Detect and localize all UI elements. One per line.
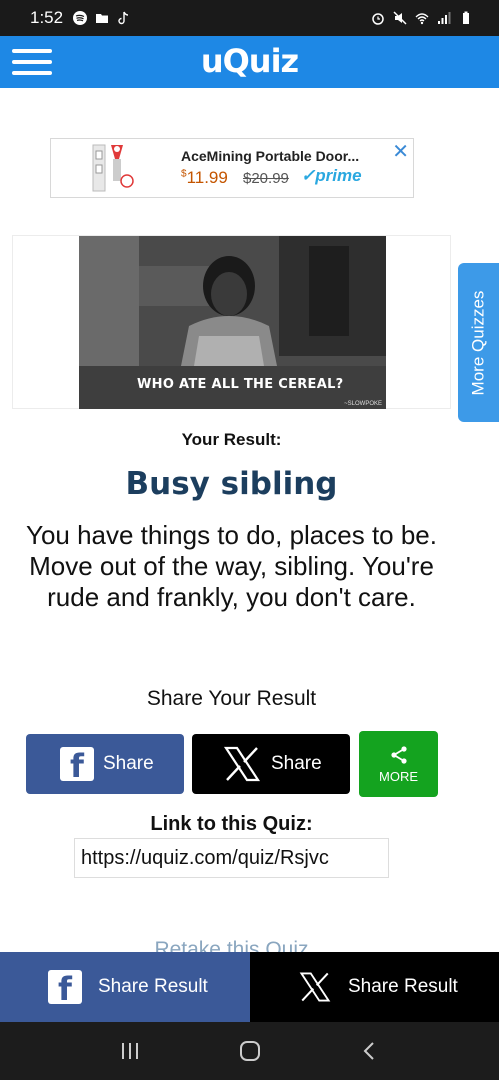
more-quizzes-label: More Quizzes [468,290,488,395]
x-share-label: Share [271,753,322,774]
facebook-icon [48,970,82,1008]
ad-price: $11.99 [181,168,228,187]
ad-prime-badge: ✓prime [301,166,362,185]
status-left-icons [73,11,131,25]
bottom-facebook-label: Share Result [98,976,208,997]
image-watermark: ~SLOWPOKE [344,401,382,407]
alarm-icon [372,13,384,25]
ad-old-price: $20.99 [243,170,289,187]
status-time: 1:52 [30,8,64,27]
spotify-icon [73,11,88,25]
ad-banner[interactable]: AceMining Portable Door... $11.99 $20.99… [50,138,414,198]
tiktok-icon [118,11,129,25]
recent-apps-icon[interactable] [119,1040,141,1062]
link-heading: Link to this Quiz: [150,813,313,835]
image-caption: WHO ATE ALL THE CEREAL? [137,377,344,392]
home-icon[interactable] [238,1039,262,1063]
facebook-share-label: Share [103,753,154,774]
bottom-x-share-button[interactable]: Share Result [250,952,499,1022]
result-image-frame: WHO ATE ALL THE CEREAL? ~SLOWPOKE [12,235,451,409]
share-icon [390,745,407,764]
share-heading: Share Your Result [146,687,317,710]
site-logo[interactable]: uQuiz [0,42,499,80]
x-icon [299,972,331,1002]
bottom-facebook-share-button[interactable]: Share Result [0,952,250,1022]
more-share-button[interactable]: MORE [359,731,438,797]
facebook-icon [60,747,94,785]
x-icon [223,746,261,782]
result-title: Busy sibling [125,466,338,502]
x-share-button[interactable]: Share [192,734,350,794]
bottom-share-bar: Share Result Share Result [0,952,499,1022]
system-nav-bar [0,1022,499,1080]
app-header: uQuiz [0,36,499,88]
more-quizzes-tab[interactable]: More Quizzes [458,263,499,422]
ad-title[interactable]: AceMining Portable Door... [181,148,359,164]
status-bar: 1:52 [0,0,499,36]
bottom-x-label: Share Result [348,976,458,997]
signal-icon [438,12,451,24]
facebook-share-button[interactable]: Share [26,734,184,794]
mute-icon [393,11,407,25]
back-icon[interactable] [359,1040,381,1062]
status-right-icons [371,11,473,25]
wifi-icon [415,13,429,25]
result-image: WHO ATE ALL THE CEREAL? ~SLOWPOKE [79,236,386,409]
close-icon[interactable]: ✕ [392,139,409,164]
ad-product-image [92,144,134,192]
screen: 1:52 uQuiz AceMining Portable Door... $1… [0,0,499,1080]
more-share-label: MORE [379,768,418,784]
result-description: You have things to do, places to be. Mov… [25,520,437,612]
result-label: Your Result: [181,430,282,449]
battery-icon [463,11,469,24]
folder-icon [96,14,109,23]
quiz-link-field[interactable]: https://uquiz.com/quiz/Rsjvc [74,838,389,878]
